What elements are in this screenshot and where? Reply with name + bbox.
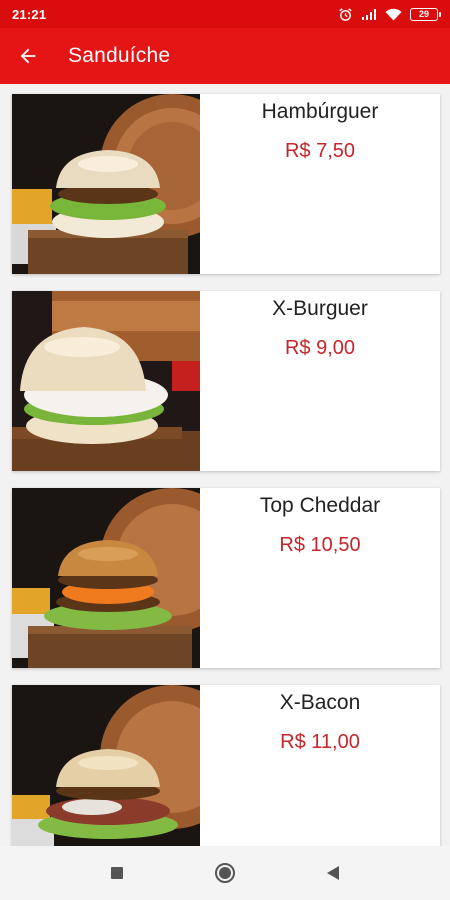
page-title: Sanduíche [68,44,171,67]
product-info: X-Burguer R$ 9,00 [200,291,440,471]
x-burger-photo [12,291,200,471]
x-bacon-photo [12,685,200,846]
product-price: R$ 10,50 [279,534,361,556]
status-time: 21:21 [12,6,47,22]
product-card-hamburguer[interactable]: Hambúrguer R$ 7,50 [12,94,440,274]
wifi-icon [385,8,402,21]
system-back-button[interactable] [318,858,348,888]
product-price: R$ 7,50 [284,140,356,162]
hamburger-photo [12,94,200,274]
product-card-x-burguer[interactable]: X-Burguer R$ 9,00 [12,291,440,471]
battery-level: 29 [418,9,429,19]
product-name: X-Burguer [272,297,368,320]
recents-button[interactable] [102,858,132,888]
product-list[interactable]: Hambúrguer R$ 7,50 X-Burguer R$ 9,00 Top… [0,84,450,846]
recents-square-icon [111,867,123,879]
product-name: Hambúrguer [261,100,379,123]
product-info: Hambúrguer R$ 7,50 [200,94,440,274]
home-button[interactable] [210,858,240,888]
product-name: Top Cheddar [259,494,381,517]
product-price: R$ 11,00 [280,731,360,753]
product-info: Top Cheddar R$ 10,50 [200,488,440,668]
status-icons: 29 [338,7,441,22]
product-card-x-bacon[interactable]: X-Bacon R$ 11,00 [12,685,440,846]
back-button[interactable] [0,28,56,84]
battery-icon: 29 [410,7,441,21]
product-price: R$ 9,00 [284,337,356,359]
home-circle-icon [215,863,235,883]
product-card-top-cheddar[interactable]: Top Cheddar R$ 10,50 [12,488,440,668]
back-triangle-icon [327,866,339,880]
product-info: X-Bacon R$ 11,00 [200,685,440,846]
arrow-left-icon [20,48,36,64]
app-bar: Sanduíche [0,28,450,84]
top-cheddar-photo [12,488,200,668]
alarm-icon [338,7,353,22]
signal-icon [361,8,377,21]
system-nav-bar [0,846,450,900]
status-bar: 21:21 29 [0,0,450,28]
product-name: X-Bacon [279,691,361,714]
